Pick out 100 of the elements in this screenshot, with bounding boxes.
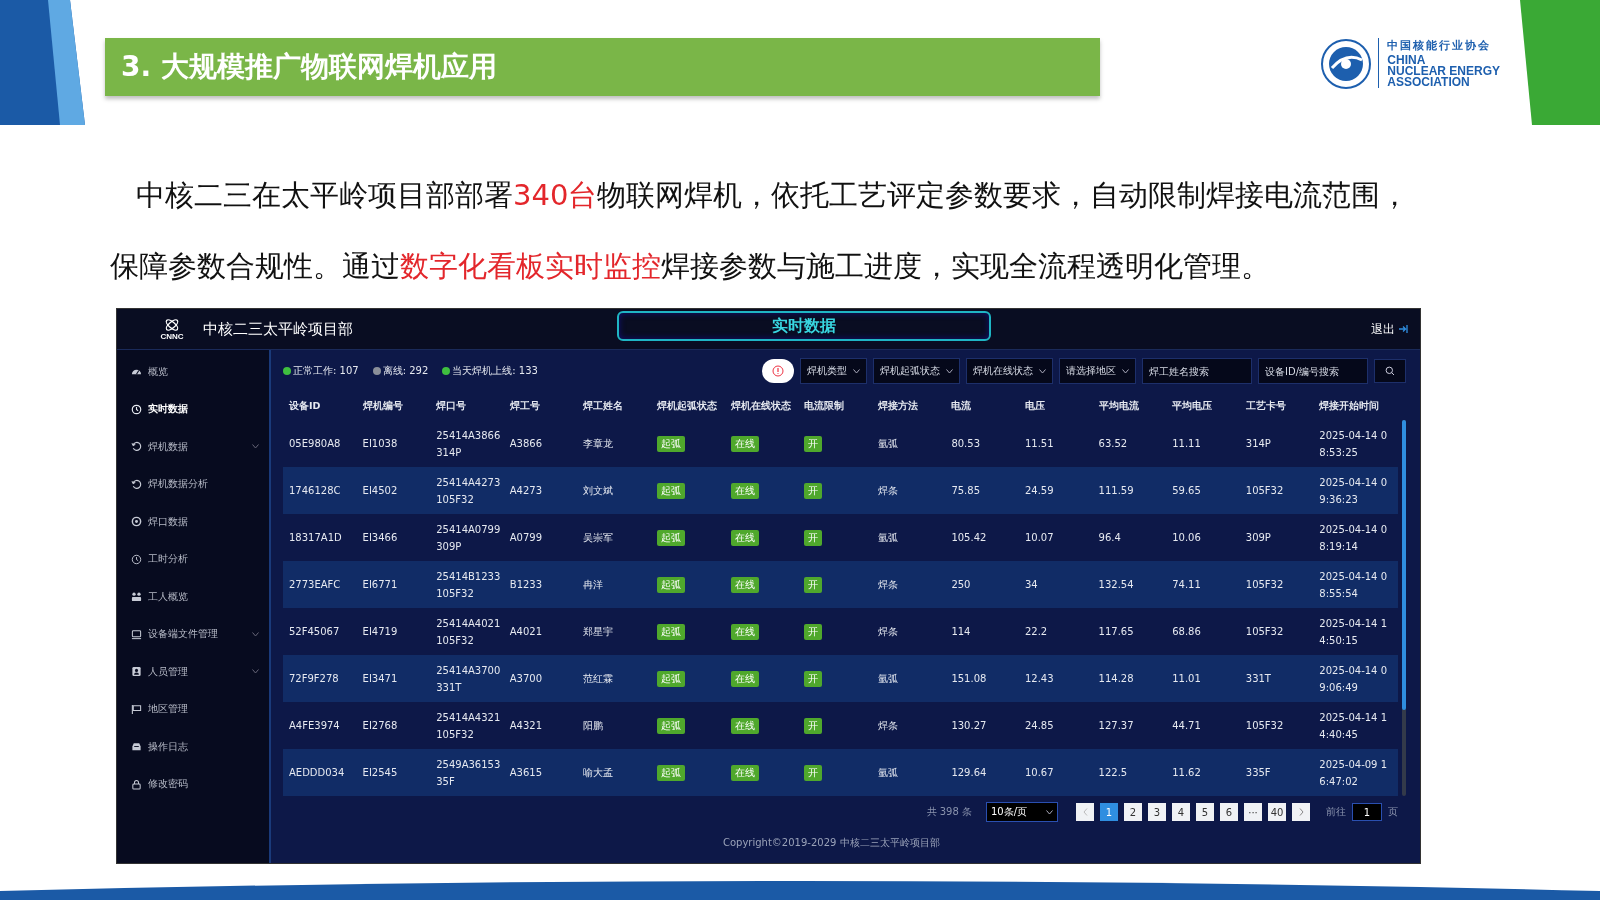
table-cell-text: 焊条 — [876, 719, 899, 733]
table-cell-text: 焊条 — [876, 578, 899, 592]
column-header: 平均电流 — [1097, 399, 1140, 413]
status-count: 正常工作: 107 — [293, 364, 359, 378]
table-cell-text: 05E980A8 — [288, 437, 342, 451]
status-tag: 起弧 — [657, 671, 685, 687]
table-cell-text: 129.64 — [950, 766, 988, 780]
association-name-line: CHINA — [1387, 55, 1426, 66]
clock-icon — [131, 403, 142, 415]
status-tag: 开 — [804, 483, 823, 499]
sidebar-item[interactable]: 地区管理 — [117, 690, 269, 728]
status-count: 离线: 292 — [382, 364, 429, 378]
table-cell-text: 105F32 — [1244, 625, 1285, 639]
flag-icon — [131, 703, 142, 715]
status-tag: 在线 — [730, 765, 759, 781]
table-cell-text: EI1038 — [361, 437, 399, 451]
page-button[interactable]: 3 — [1148, 803, 1166, 821]
lock-icon — [131, 778, 142, 790]
alert-button[interactable] — [762, 359, 794, 383]
page-button[interactable]: 4 — [1172, 803, 1190, 821]
filter-dropdown[interactable]: 焊机在线状态 — [966, 358, 1053, 384]
table-cell-text: A4FE3974 — [288, 719, 341, 733]
page-button[interactable]: ··· — [1244, 803, 1262, 821]
table-cell-text: 氩弧 — [876, 672, 899, 686]
table-cell-text: 117.65 — [1097, 625, 1135, 639]
table-cell-text: 24.85 — [1023, 719, 1055, 733]
sidebar-item[interactable]: 工人概览 — [117, 578, 269, 616]
logo-text: CNNC — [160, 331, 184, 341]
search-button[interactable] — [1374, 359, 1406, 383]
table-cell-text: 喻大孟 — [582, 766, 615, 780]
page-button[interactable]: 6 — [1220, 803, 1238, 821]
sidebar-item[interactable]: 实时数据 — [117, 390, 269, 428]
table-cell-text: A3615 — [508, 766, 544, 780]
table-cell-text: EI2545 — [361, 766, 399, 780]
filter-dropdown[interactable]: 焊机起弧状态 — [873, 358, 960, 384]
search-field[interactable]: 设备ID/编号搜索 — [1258, 358, 1368, 384]
table-cell-text: 2025-04-14 08:55:54 — [1318, 569, 1388, 601]
filter-dropdown[interactable]: 请选择地区 — [1059, 358, 1136, 384]
table-cell-text: 吴崇军 — [582, 531, 615, 545]
filter-dropdown[interactable]: 焊机类型 — [800, 358, 867, 384]
column-header: 电流限制 — [803, 399, 846, 413]
table-cell-text: 72F9F278 — [288, 672, 340, 686]
sidebar-item[interactable]: 人员管理 — [117, 653, 269, 691]
table-cell-text: 2025-04-14 09:06:49 — [1318, 663, 1388, 695]
search-icon — [1385, 366, 1395, 376]
column-header: 焊接开始时间 — [1318, 399, 1381, 413]
status-tag: 在线 — [730, 624, 759, 640]
sidebar-item[interactable]: 焊机数据分析 — [117, 465, 269, 503]
logout-link[interactable]: 退出 — [1371, 320, 1408, 338]
chevron-right-icon — [1298, 808, 1304, 816]
search-field[interactable]: 焊工姓名搜索 — [1142, 358, 1252, 384]
copyright-text: Copyright©2019-2029 中核二三太平岭项目部 — [723, 836, 941, 850]
status-tag: 在线 — [730, 718, 759, 734]
table-cell-text: 22.2 — [1023, 625, 1049, 639]
logo-icon — [163, 317, 181, 332]
table-cell-text: 2773EAFC — [288, 578, 342, 592]
page-size-dropdown[interactable]: 10条/页 — [986, 802, 1058, 822]
caret-icon — [252, 444, 259, 450]
next-page-button[interactable] — [1292, 803, 1310, 821]
column-header: 平均电压 — [1171, 399, 1214, 413]
table-cell-text: 68.86 — [1171, 625, 1202, 639]
table-cell-text: A4021 — [508, 625, 544, 639]
page-number-field[interactable]: 1 — [1352, 803, 1382, 821]
table-cell-text: 335F — [1244, 766, 1272, 780]
page-button[interactable]: 40 — [1268, 803, 1286, 821]
scrollbar-thumb[interactable] — [1402, 420, 1406, 710]
table-cell-text: 114.28 — [1097, 672, 1135, 686]
table-cell-text: A3700 — [508, 672, 544, 686]
sidebar-item[interactable]: 焊机数据 — [117, 428, 269, 466]
status-tag: 在线 — [730, 483, 759, 499]
column-header: 工艺卡号 — [1244, 399, 1287, 413]
table-cell-text: 132.54 — [1097, 578, 1135, 592]
table-cell-text: 44.71 — [1171, 719, 1202, 733]
table-cell-text: 130.27 — [950, 719, 988, 733]
status-tag: 在线 — [730, 577, 759, 593]
page-button[interactable]: 2 — [1124, 803, 1142, 821]
previous-page-button[interactable] — [1076, 803, 1094, 821]
table-cell-text: 24.59 — [1023, 484, 1055, 498]
table-cell-text: 74.11 — [1171, 578, 1202, 592]
status-tag: 起弧 — [657, 624, 685, 640]
table-cell-text: 2025-04-14 08:53:25 — [1318, 428, 1388, 460]
sidebar-item[interactable]: 修改密码 — [117, 765, 269, 803]
sidebar-item[interactable]: 概览 — [117, 353, 269, 391]
sidebar-item[interactable]: 焊口数据 — [117, 503, 269, 541]
table-cell-text: 25414A4321105F32 — [435, 710, 502, 742]
people-icon — [131, 591, 142, 603]
history-icon — [131, 441, 142, 453]
table-cell-text: 151.08 — [950, 672, 988, 686]
page-button[interactable]: 5 — [1196, 803, 1214, 821]
table-cell-text: 11.62 — [1171, 766, 1202, 780]
table-cell-text: 34 — [1023, 578, 1039, 592]
table-cell-text: EI3466 — [361, 531, 399, 545]
table-cell-text: 111.59 — [1097, 484, 1135, 498]
sidebar-item[interactable]: 设备端文件管理 — [117, 615, 269, 653]
table-cell-text: 309P — [1244, 531, 1272, 545]
sidebar-item[interactable]: 工时分析 — [117, 540, 269, 578]
sidebar-item[interactable]: 操作日志 — [117, 728, 269, 766]
status-tag: 开 — [804, 624, 823, 640]
table-cell-text: EI6771 — [361, 578, 399, 592]
table-cell-text: 331T — [1244, 672, 1272, 686]
